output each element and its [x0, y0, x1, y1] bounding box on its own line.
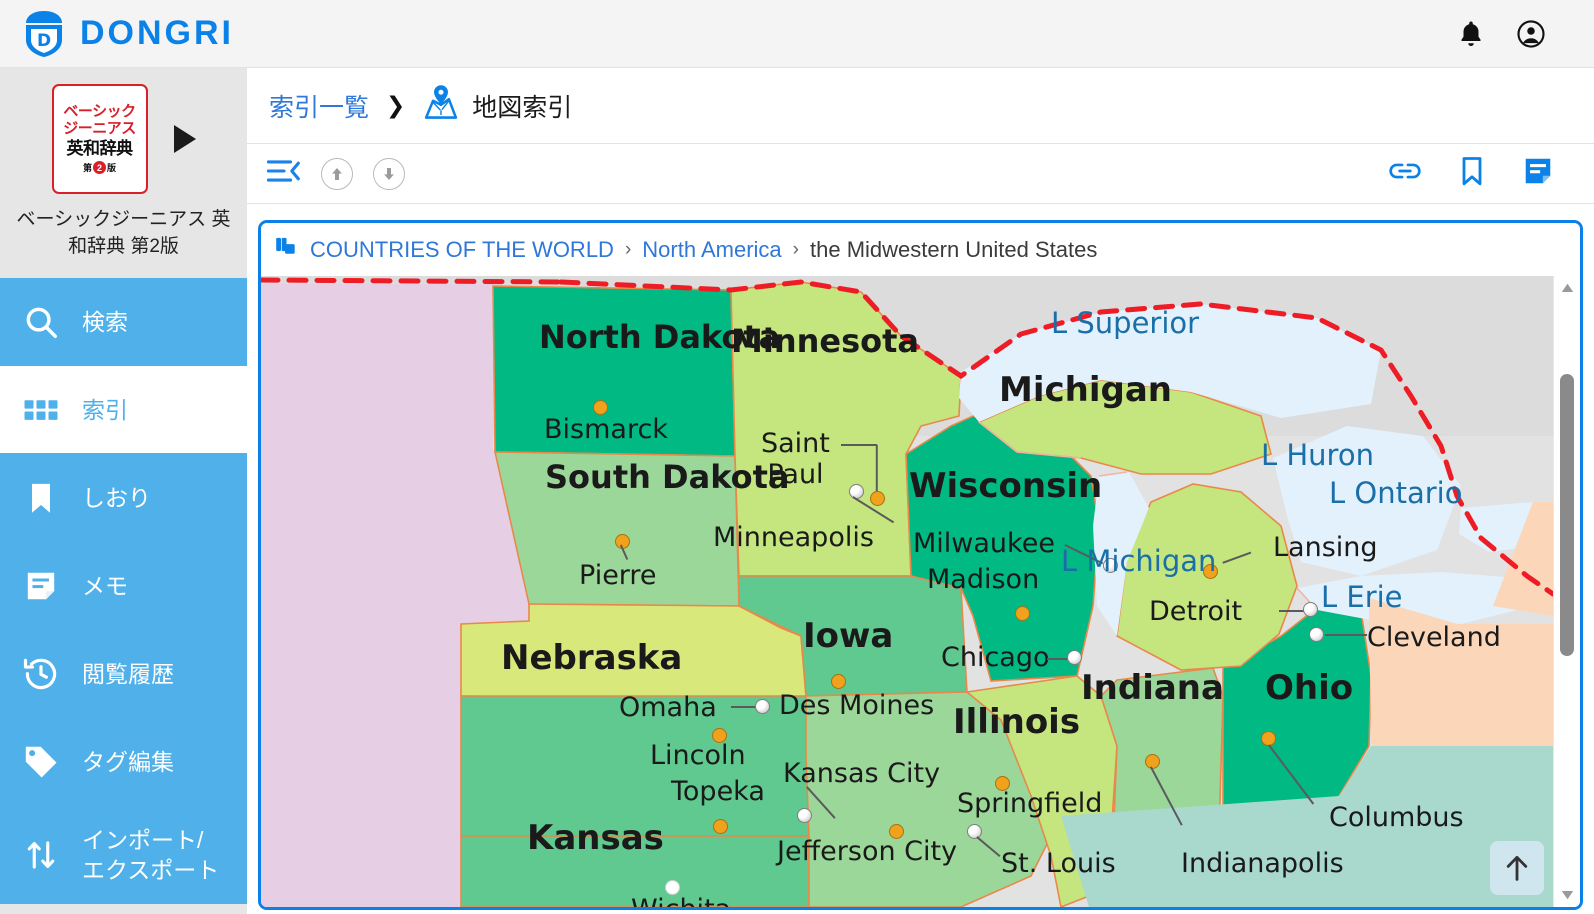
scroll-to-top-button[interactable]	[1490, 841, 1544, 895]
note-icon[interactable]	[1522, 155, 1554, 192]
city-dot-st-louis	[967, 824, 982, 839]
scrollbar-thumb[interactable]	[1560, 374, 1574, 656]
bookmark-icon[interactable]	[1458, 155, 1486, 192]
triangle-down-icon[interactable]	[1554, 885, 1580, 905]
book-cover-line1: ベーシック	[63, 103, 136, 120]
collapse-panel-icon[interactable]	[266, 158, 301, 189]
book-cover-edition: 第 2 版	[83, 161, 116, 174]
toolbar-left-group	[266, 157, 405, 190]
sidebar-item-import-export[interactable]: インポート/ エクスポート	[0, 806, 247, 904]
city-dot-cleveland	[1309, 627, 1324, 642]
acorn-shield-logo-icon: D	[26, 10, 62, 57]
edition-prefix: 第	[82, 163, 92, 173]
sidebar: ベーシック ジーニアス 英和辞典 第 2 版 ベーシックジーニアス 英和辞典 第…	[0, 68, 247, 914]
app-root: D DONGRI ベーシック ジーニアス 英和辞典 第 2 版 ベーシックジーニ…	[0, 0, 1594, 914]
city-dot-milwaukee	[1103, 558, 1118, 573]
capital-dot-jefferson-city	[889, 824, 904, 839]
edition-suffix: 版	[107, 163, 117, 173]
play-triangle-icon[interactable]	[173, 125, 196, 153]
chevron-right-icon: ❯	[386, 92, 406, 118]
sidebar-item-index[interactable]: 索引	[0, 366, 247, 454]
account-circle-icon[interactable]	[1516, 19, 1546, 49]
sidebar-item-label: インポート/ エクスポート	[82, 826, 220, 883]
sidebar-item-label: メモ	[82, 572, 128, 599]
doc-crumb-root[interactable]: COUNTRIES OF THE WORLD	[310, 237, 614, 263]
history-icon	[0, 655, 82, 693]
book-block: ベーシック ジーニアス 英和辞典 第 2 版 ベーシックジーニアス 英和辞典 第…	[0, 68, 247, 278]
city-dot-minneapolis	[849, 484, 864, 499]
capital-dot-bismarck	[593, 400, 608, 415]
toolbar-right-group	[1388, 155, 1574, 192]
vertical-scrollbar[interactable]	[1553, 276, 1580, 907]
book-row: ベーシック ジーニアス 英和辞典 第 2 版	[0, 84, 247, 194]
capital-dot-springfield	[995, 776, 1010, 791]
city-dot-wichita	[665, 880, 680, 895]
sidebar-item-label: 索引	[82, 396, 128, 423]
leader-line-saint-paul-h	[841, 444, 877, 446]
sidebar-item-bookmark[interactable]: しおり	[0, 454, 247, 542]
sidebar-item-label: 閲覧履歴	[82, 660, 174, 687]
capital-dot-lincoln	[712, 728, 727, 743]
viewer-toolbar	[247, 144, 1594, 204]
map-area: North Dakota Bismarck South Dakota Pierr…	[261, 276, 1580, 907]
sidebar-item-label: しおり	[82, 484, 151, 511]
book-cover-line3: 英和辞典	[66, 139, 134, 158]
edition-number: 2	[93, 161, 106, 174]
copy-stack-icon[interactable]	[275, 235, 299, 265]
breadcrumb-current: 地図索引	[422, 84, 572, 127]
breadcrumb-current-label: 地図索引	[472, 93, 573, 122]
scroll-up-button[interactable]	[321, 157, 353, 190]
triangle-up-icon[interactable]	[1554, 278, 1580, 298]
doc-crumb-sep-2: ›	[792, 238, 799, 260]
header-actions	[1456, 19, 1594, 49]
sidebar-item-history[interactable]: 閲覧履歴	[0, 630, 247, 718]
capital-dot-des-moines	[831, 674, 846, 689]
document-breadcrumb: COUNTRIES OF THE WORLD › North America ›…	[261, 223, 1580, 276]
sidebar-item-label: 検索	[82, 308, 128, 335]
link-icon[interactable]	[1388, 157, 1422, 190]
capital-dot-saint-paul	[870, 491, 885, 506]
scroll-down-button[interactable]	[373, 157, 405, 190]
leader-line-saint-paul-v	[876, 444, 878, 497]
search-icon	[0, 303, 82, 341]
brand-logo[interactable]: D DONGRI	[0, 10, 234, 58]
map-canvas[interactable]	[261, 276, 1553, 907]
sidebar-item-tag[interactable]: タグ編集	[0, 718, 247, 806]
book-cover[interactable]: ベーシック ジーニアス 英和辞典 第 2 版	[51, 84, 148, 194]
breadcrumb-root[interactable]: 索引一覧	[269, 88, 369, 124]
capital-dot-lansing	[1203, 564, 1218, 579]
capital-dot-topeka	[713, 819, 728, 834]
sidebar-item-label: タグ編集	[82, 748, 174, 775]
doc-crumb-sep-1: ›	[624, 238, 632, 260]
arrow-up-icon	[1506, 855, 1528, 881]
doc-crumb-page: the Midwestern United States	[810, 236, 1098, 262]
map-pin-icon	[422, 84, 460, 127]
capital-dot-madison	[1015, 606, 1030, 621]
main-content: 索引一覧 ❯ 地図索引 COUNTRIES OF THE WORLD › Nor…	[247, 68, 1594, 914]
tag-icon	[0, 743, 82, 781]
bell-icon[interactable]	[1456, 19, 1486, 49]
document-viewer: COUNTRIES OF THE WORLD › North America ›…	[258, 220, 1583, 910]
brand-name: DONGRI	[80, 14, 234, 52]
app-header: D DONGRI	[0, 0, 1594, 68]
doc-crumb-region[interactable]: North America	[642, 237, 781, 263]
midwest-map-svg	[261, 276, 1553, 907]
capital-dot-indianapolis	[1145, 754, 1160, 769]
sidebar-item-search[interactable]: 検索	[0, 278, 247, 366]
bookmark-icon	[0, 480, 82, 516]
import-export-icon	[0, 837, 82, 873]
memo-icon	[0, 568, 82, 604]
city-dot-chicago	[1067, 650, 1082, 665]
leader-line-cleveland	[1325, 634, 1367, 636]
svg-text:D: D	[37, 31, 51, 51]
sidebar-item-memo[interactable]: メモ	[0, 542, 247, 630]
book-title: ベーシックジーニアス 英和辞典 第2版	[16, 209, 231, 257]
city-dot-omaha	[755, 699, 770, 714]
city-dot-detroit	[1303, 602, 1318, 617]
grid-icon	[0, 392, 82, 428]
city-dot-kansas-city	[797, 808, 812, 823]
breadcrumb: 索引一覧 ❯ 地図索引	[247, 68, 1594, 144]
book-cover-line2: ジーニアス	[63, 120, 136, 137]
